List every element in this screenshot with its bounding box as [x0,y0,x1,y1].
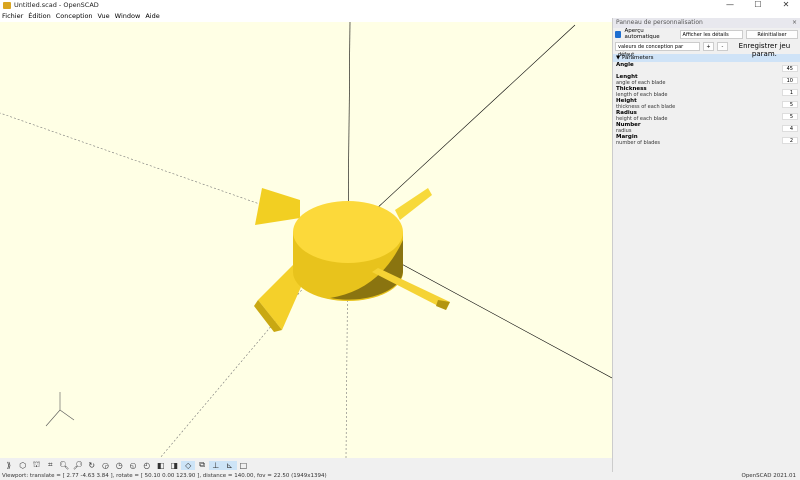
reset-view-icon[interactable]: ↻ [85,461,99,470]
parameter-spinbox[interactable]: 4 [782,125,798,132]
details-select[interactable]: Afficher les détails [679,29,743,39]
export-stl-icon[interactable]: ⛫ [30,460,44,470]
menu-vue[interactable]: Vue [98,12,110,20]
close-button[interactable]: ✕ [772,0,800,9]
auto-preview-checkbox[interactable] [615,30,622,38]
y-axis-positive [347,24,576,236]
model [254,188,450,332]
axis-gizmo [45,392,75,427]
menu-fichier[interactable]: Fichier [2,12,23,20]
version-label: OpenSCAD 2021.01 [741,473,796,479]
view-toolbar: ⟫ ⬡ ⛫ ⌗ 🔍︎ 🔎︎ ↻ ◶ ◷ ◵ ◴ ◧ ◨ ◇ ⧉ ⊥ ⊾ □ [0,458,612,472]
menu-aide[interactable]: Aide [145,12,159,20]
parameter-number: Number radius 4 [613,122,800,134]
menu-conception[interactable]: Conception [56,12,93,20]
auto-preview-label: Aperçu automatique [624,28,660,40]
section-label: Parameters [621,55,654,61]
parameter-spinbox[interactable]: 5 [782,101,798,108]
parameter-description: number of blades [616,140,660,146]
zoom-in-icon[interactable]: 🔍︎ [57,461,71,470]
parameter-spinbox[interactable]: 5 [782,113,798,120]
view-all-icon[interactable]: ⌗ [43,460,57,470]
view-right-icon[interactable]: ◶ [99,461,113,470]
openscad-logo-icon [3,1,11,9]
status-bar: Viewport: translate = [ 2.77 -4.63 3.84 … [0,472,800,480]
parameter-angle: Angle 45 [613,62,800,74]
blade-back-right [395,188,432,220]
view-front-icon[interactable]: ◧ [154,461,168,470]
parameter-spinbox[interactable]: 10 [782,77,798,84]
parameter-spinbox[interactable]: 1 [782,89,798,96]
save-preset-button[interactable]: Enregistrer jeu param. [731,42,798,58]
perspective-icon[interactable]: ◇ [181,460,196,470]
view-back-icon[interactable]: ◨ [168,461,182,470]
show-edges-icon[interactable]: □ [237,461,251,470]
title-bar: Untitled.scad - OpenSCAD — ☐ ✕ [0,0,800,10]
parameter-height: Height thickness of each blade 5 [613,98,800,110]
panel-header: Panneau de personnalisation × [613,18,800,28]
3d-viewport[interactable] [0,22,612,458]
preview-icon[interactable]: ⟫ [2,461,16,470]
reset-button[interactable]: Réinitialiser [745,29,798,39]
maximize-button[interactable]: ☐ [744,0,772,9]
remove-preset-button[interactable]: - [716,41,728,51]
panel-close-button[interactable]: × [792,18,797,28]
blade-back-left [255,188,300,225]
parameter-name: Angle [616,62,634,68]
show-scale-icon[interactable]: ⊾ [222,460,237,470]
preset-select[interactable]: valeurs de conception par défaut [615,41,701,58]
parameter-margin: Margin number of blades 2 [613,134,800,146]
add-preset-button[interactable]: + [703,41,714,51]
view-left-icon[interactable]: ◴ [140,461,154,470]
parameter-radius: Radius height of each blade 5 [613,110,800,122]
panel-title: Panneau de personnalisation [616,19,703,26]
z-axis-positive [347,22,351,233]
parameter-thickness: Thickness length of each blade 1 [613,86,800,98]
parameter-spinbox[interactable]: 45 [782,65,798,72]
view-top-icon[interactable]: ◷ [112,461,126,470]
show-axes-icon[interactable]: ⊥ [208,460,223,470]
window-title: Untitled.scad - OpenSCAD [14,1,99,9]
zoom-out-icon[interactable]: 🔎︎ [71,461,85,470]
orthogonal-icon[interactable]: ⧉ [195,460,209,470]
view-bottom-icon[interactable]: ◵ [126,461,140,470]
menu-edition[interactable]: Édition [28,12,51,20]
minimize-button[interactable]: — [716,0,744,9]
render-icon[interactable]: ⬡ [16,461,30,470]
parameter-spinbox[interactable]: 2 [782,137,798,144]
viewport-status: Viewport: translate = [ 2.77 -4.63 3.84 … [2,473,327,479]
parameter-lenght: Lenght angle of each blade 10 [613,74,800,86]
menu-window[interactable]: Window [115,12,141,20]
cylinder-top [293,201,403,263]
customizer-panel: Panneau de personnalisation × Aperçu auto… [612,18,800,472]
